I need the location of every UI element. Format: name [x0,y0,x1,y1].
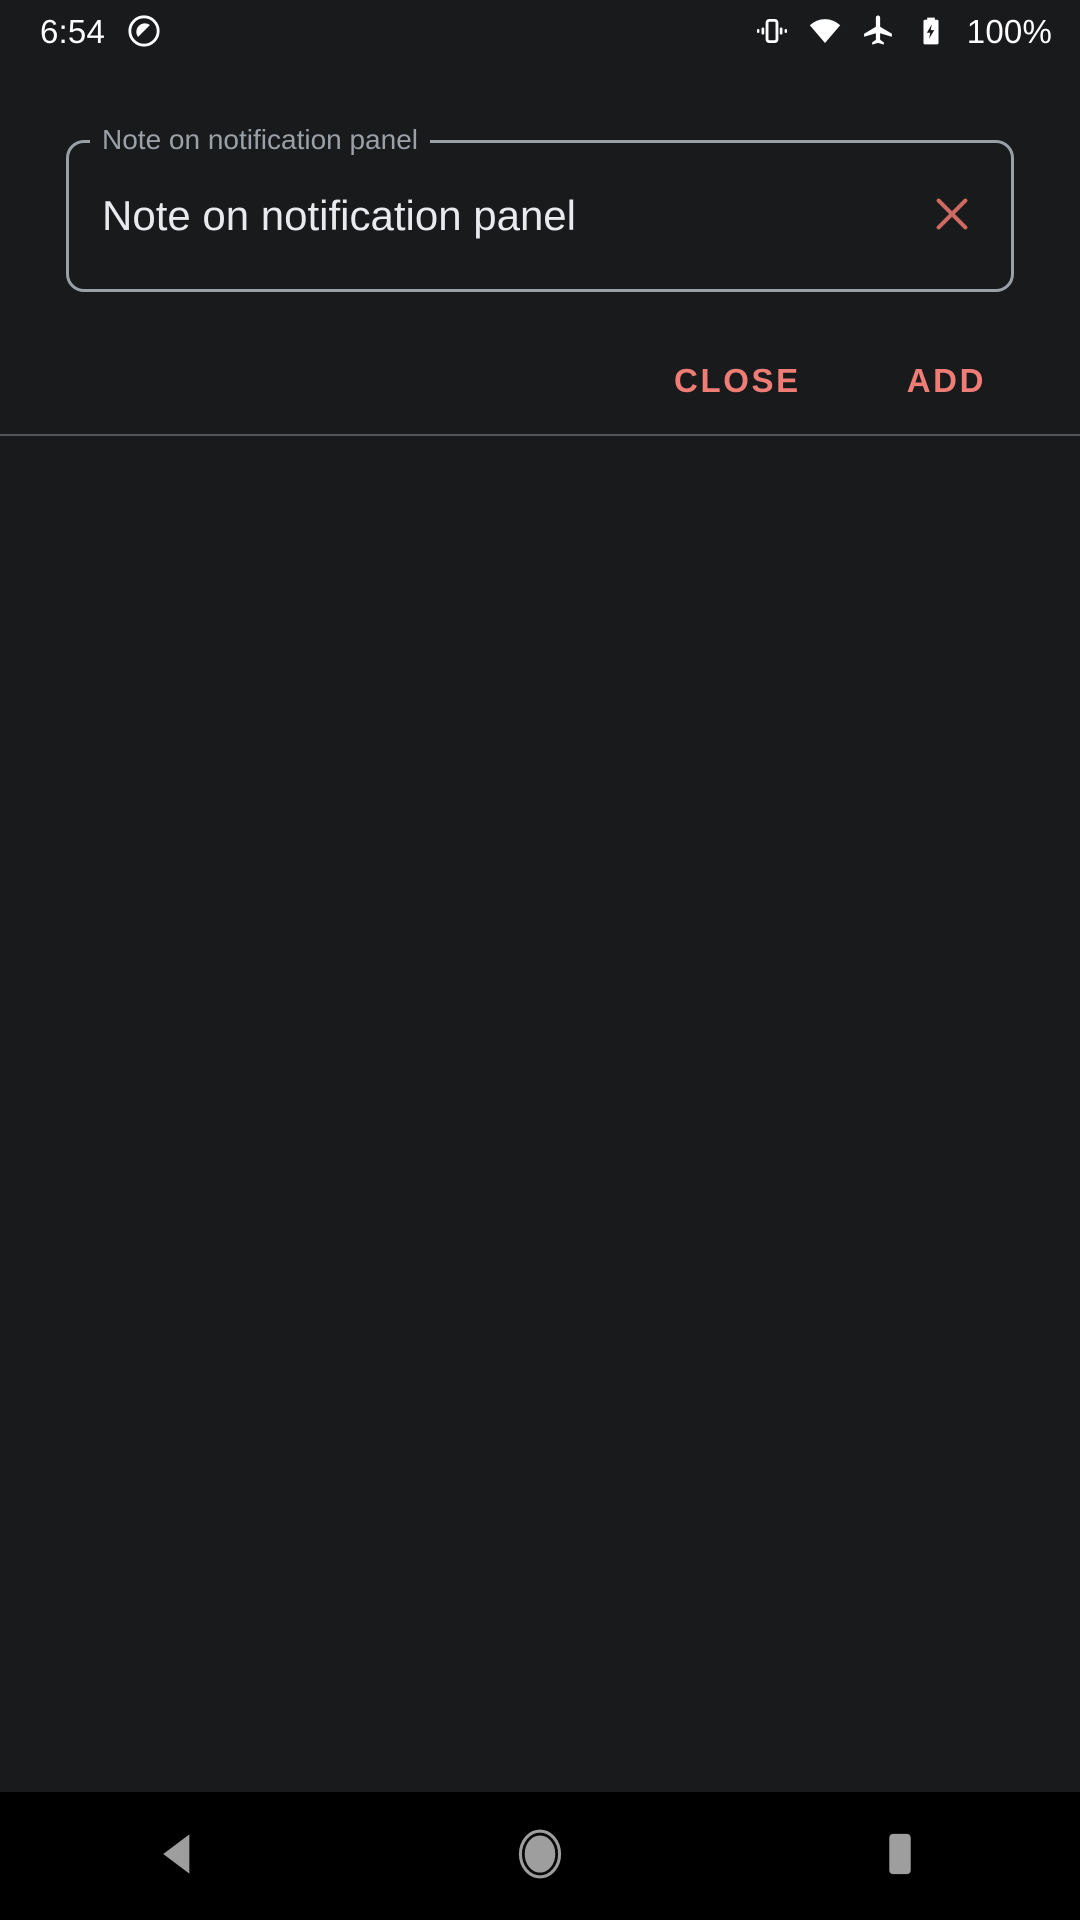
wifi-icon [808,14,842,48]
home-button[interactable] [360,1792,720,1920]
recents-button[interactable] [720,1792,1080,1920]
clear-text-button[interactable] [916,180,988,252]
battery-percent-label: 100% [966,12,1052,50]
dialog-action-row: CLOSE ADD [0,334,1080,426]
add-button[interactable]: ADD [885,350,1008,411]
phone-screen: 6:54 100% Note on notification panel Not… [0,0,1080,1920]
back-button[interactable] [0,1792,360,1920]
note-text-field[interactable]: Note on notification panel Note on notif… [66,126,1014,292]
status-clock: 6:54 [40,12,106,50]
vibrate-icon [755,14,789,48]
battery-charging-icon [914,14,948,48]
empty-content-area [0,436,1080,1792]
status-bar-left: 6:54 [40,14,161,48]
back-triangle-icon [152,1826,208,1887]
status-bar-right: 100% [755,14,1052,48]
close-icon [928,190,976,243]
note-input[interactable]: Note on notification panel [102,140,894,292]
status-bar: 6:54 100% [0,0,1080,62]
airplane-mode-icon [861,14,895,48]
navigation-bar [0,1792,1080,1920]
notification-silenced-icon [127,14,161,48]
recents-square-icon [872,1826,928,1887]
close-button[interactable]: CLOSE [652,350,823,411]
home-circle-icon [512,1826,568,1887]
note-dialog: Note on notification panel Note on notif… [0,62,1080,434]
